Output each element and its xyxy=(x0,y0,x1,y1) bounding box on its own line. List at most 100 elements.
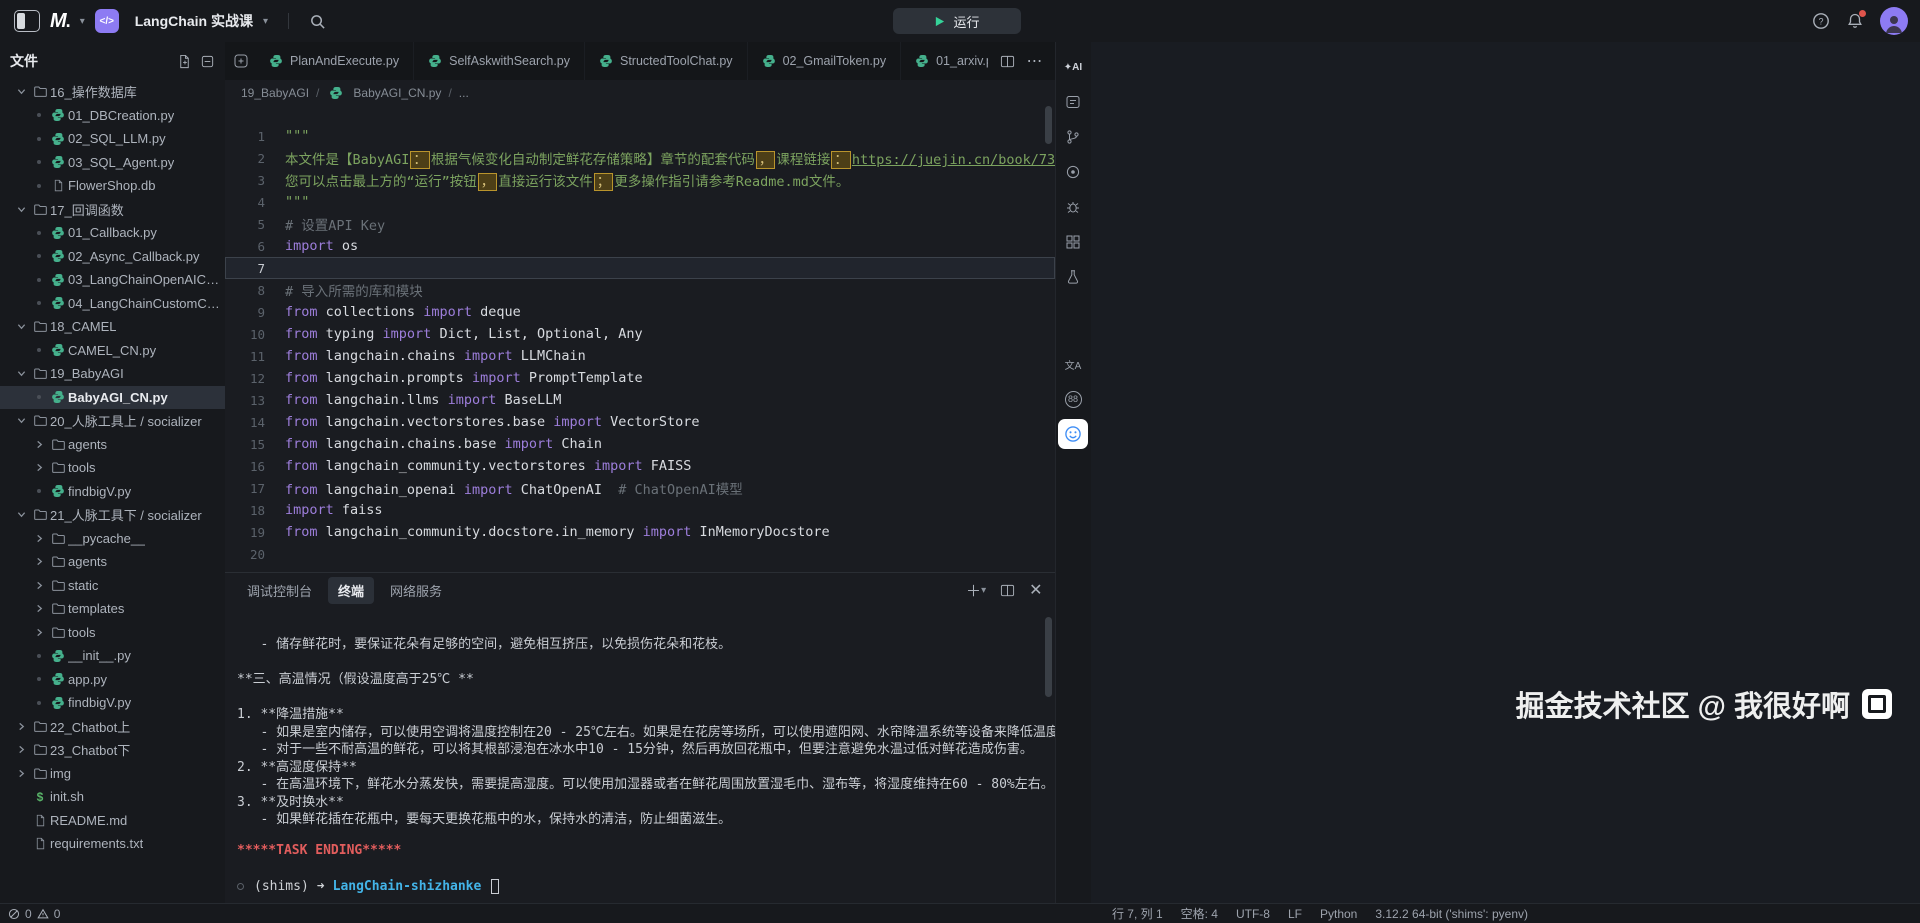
tree-item-templates[interactable]: templates xyxy=(0,597,225,621)
collapse-all-icon[interactable] xyxy=(200,54,215,69)
breadcrumb-folder[interactable]: 19_BabyAGI xyxy=(241,86,309,100)
tree-item-init.sh[interactable]: $init.sh xyxy=(0,785,225,809)
panel-tab-调试控制台[interactable]: 调试控制台 xyxy=(237,577,322,604)
status-cursor-position[interactable]: 行 7, 列 1 xyxy=(1112,905,1163,922)
chevron-down-icon[interactable]: ▾ xyxy=(80,16,85,27)
smiley-feedback-icon[interactable] xyxy=(1058,419,1088,449)
tree-item-22_Chatbot上[interactable]: 22_Chatbot上 xyxy=(0,715,225,739)
code-line[interactable]: 16from langchain_community.vectorstores … xyxy=(225,455,1055,477)
tree-item-requirements.txt[interactable]: requirements.txt xyxy=(0,832,225,856)
tree-item-04_LangChainCustomCallback....[interactable]: 04_LangChainCustomCallback.... xyxy=(0,292,225,316)
tree-item-20_人脉工具上 / socializer[interactable]: 20_人脉工具上 / socializer xyxy=(0,409,225,433)
toggle-sidebar-icon[interactable] xyxy=(14,10,40,32)
tree-item-FlowerShop.db[interactable]: FlowerShop.db xyxy=(0,174,225,198)
code-line[interactable]: 4""" xyxy=(225,191,1055,213)
tree-item-__pycache__[interactable]: __pycache__ xyxy=(0,527,225,551)
terminal-scrollbar[interactable] xyxy=(1045,617,1052,697)
tree-item-findbigV.py[interactable]: findbigV.py xyxy=(0,480,225,504)
project-name[interactable]: LangChain 实战课 xyxy=(135,11,253,31)
tree-item-__init__.py[interactable]: __init__.py xyxy=(0,644,225,668)
breadcrumb-more[interactable]: ... xyxy=(459,86,469,100)
tree-item-CAMEL_CN.py[interactable]: CAMEL_CN.py xyxy=(0,339,225,363)
tree-item-findbigV.py[interactable]: findbigV.py xyxy=(0,691,225,715)
tree-item-19_BabyAGI[interactable]: 19_BabyAGI xyxy=(0,362,225,386)
search-icon[interactable] xyxy=(309,13,326,30)
tree-item-static[interactable]: static xyxy=(0,574,225,598)
run-button[interactable]: 运行 xyxy=(893,8,1021,34)
tree-item-01_Callback.py[interactable]: 01_Callback.py xyxy=(0,221,225,245)
tree-item-01_DBCreation.py[interactable]: 01_DBCreation.py xyxy=(0,104,225,128)
avatar[interactable] xyxy=(1880,7,1908,35)
panel-tab-网络服务[interactable]: 网络服务 xyxy=(380,577,452,604)
tab-StructedToolChat.py[interactable]: StructedToolChat.py xyxy=(585,42,748,80)
tree-item-img[interactable]: img xyxy=(0,762,225,786)
extensions-icon[interactable] xyxy=(1058,227,1088,257)
terminal[interactable]: - 储存鲜花时，要保证花朵有足够的空间，避免相互挤压，以免损伤花朵和花枝。 **… xyxy=(225,607,1055,903)
code-line[interactable]: 17from langchain_openai import ChatOpenA… xyxy=(225,477,1055,499)
code-line[interactable]: 19from langchain_community.docstore.in_m… xyxy=(225,521,1055,543)
tree-item-tools[interactable]: tools xyxy=(0,621,225,645)
code-line[interactable]: 15from langchain.chains.base import Chai… xyxy=(225,433,1055,455)
tree-item-README.md[interactable]: README.md xyxy=(0,809,225,833)
tab-02_GmailToken.py[interactable]: 02_GmailToken.py xyxy=(748,42,902,80)
tree-item-21_人脉工具下 / socializer[interactable]: 21_人脉工具下 / socializer xyxy=(0,503,225,527)
tree-item-02_SQL_LLM.py[interactable]: 02_SQL_LLM.py xyxy=(0,127,225,151)
tree-item-agents[interactable]: agents xyxy=(0,550,225,574)
tab-PlanAndExecute.py[interactable]: PlanAndExecute.py xyxy=(255,42,414,80)
status-python-interpreter[interactable]: 3.12.2 64-bit ('shims': pyenv) xyxy=(1375,907,1528,921)
marscode-logo[interactable]: M. xyxy=(50,10,70,33)
notifications-bell-icon[interactable] xyxy=(1846,12,1864,30)
flask-icon[interactable] xyxy=(1058,262,1088,292)
new-file-icon[interactable] xyxy=(177,54,192,69)
problems-indicator[interactable]: 0 0 xyxy=(8,907,60,921)
split-editor-icon[interactable] xyxy=(1000,54,1015,69)
code-line[interactable]: 20 xyxy=(225,543,1055,565)
new-tab-icon[interactable] xyxy=(233,53,249,69)
tab-SelfAskwithSearch.py[interactable]: SelfAskwithSearch.py xyxy=(414,42,585,80)
panel-tab-终端[interactable]: 终端 xyxy=(328,577,374,604)
status-language-mode[interactable]: Python xyxy=(1320,907,1357,921)
code-line[interactable]: 1""" xyxy=(225,125,1055,147)
tree-item-23_Chatbot下[interactable]: 23_Chatbot下 xyxy=(0,738,225,762)
status-eol[interactable]: LF xyxy=(1288,907,1302,921)
close-panel-icon[interactable]: ✕ xyxy=(1029,580,1042,600)
preview-icon[interactable] xyxy=(1058,157,1088,187)
code-line[interactable]: 11from langchain.chains import LLMChain xyxy=(225,345,1055,367)
tree-item-03_SQL_Agent.py[interactable]: 03_SQL_Agent.py xyxy=(0,151,225,175)
code-line[interactable]: 7 xyxy=(225,257,1055,279)
code-line[interactable]: 13from langchain.llms import BaseLLM xyxy=(225,389,1055,411)
new-terminal-icon[interactable]: ＋▾ xyxy=(966,580,986,601)
code-line[interactable]: 3您可以点击最上方的“运行”按钮，直接运行该文件；更多操作指引请参考Readme… xyxy=(225,169,1055,191)
code-line[interactable]: 10from typing import Dict, List, Optiona… xyxy=(225,323,1055,345)
breadcrumb-file[interactable]: BabyAGI_CN.py xyxy=(353,86,441,100)
bug-icon[interactable] xyxy=(1058,192,1088,222)
code-line[interactable]: 6import os xyxy=(225,235,1055,257)
tree-item-agents[interactable]: agents xyxy=(0,433,225,457)
badge-88-icon[interactable]: 88 xyxy=(1058,384,1088,414)
code-line[interactable]: 8# 导入所需的库和模块 xyxy=(225,279,1055,301)
code-line[interactable]: 18import faiss xyxy=(225,499,1055,521)
translate-icon[interactable]: 文A xyxy=(1058,349,1088,379)
split-panel-icon[interactable] xyxy=(1000,583,1015,598)
tab-01_arxiv.py[interactable]: 01_arxiv.py xyxy=(901,42,987,80)
tree-item-app.py[interactable]: app.py xyxy=(0,668,225,692)
git-branch-icon[interactable] xyxy=(1058,122,1088,152)
code-line[interactable]: 5# 设置API Key xyxy=(225,213,1055,235)
code-line[interactable]: 9from collections import deque xyxy=(225,301,1055,323)
more-actions-icon[interactable]: ⋯ xyxy=(1027,51,1043,71)
tree-item-03_LangChainOpenAICallback....[interactable]: 03_LangChainOpenAICallback.... xyxy=(0,268,225,292)
chevron-down-icon[interactable]: ▾ xyxy=(263,16,268,27)
help-icon[interactable]: ? xyxy=(1812,12,1830,30)
editor-scrollbar[interactable] xyxy=(1045,106,1052,144)
tree-item-18_CAMEL[interactable]: 18_CAMEL xyxy=(0,315,225,339)
code-review-icon[interactable] xyxy=(1058,87,1088,117)
status-indentation[interactable]: 空格: 4 xyxy=(1181,905,1218,922)
ai-assistant-icon[interactable]: ✦AI xyxy=(1058,52,1088,82)
tree-item-02_Async_Callback.py[interactable]: 02_Async_Callback.py xyxy=(0,245,225,269)
tree-item-17_回调函数[interactable]: 17_回调函数 xyxy=(0,198,225,222)
code-editor[interactable]: 1"""2本文件是【BabyAGI：根据气候变化自动制定鲜花存储策略】章节的配套… xyxy=(225,106,1055,572)
code-line[interactable]: 14from langchain.vectorstores.base impor… xyxy=(225,411,1055,433)
terminal-prompt[interactable]: (shims) ➜ LangChain-shizhanke xyxy=(237,878,1055,896)
tree-item-16_操作数据库[interactable]: 16_操作数据库 xyxy=(0,80,225,104)
code-line[interactable]: 12from langchain.prompts import PromptTe… xyxy=(225,367,1055,389)
